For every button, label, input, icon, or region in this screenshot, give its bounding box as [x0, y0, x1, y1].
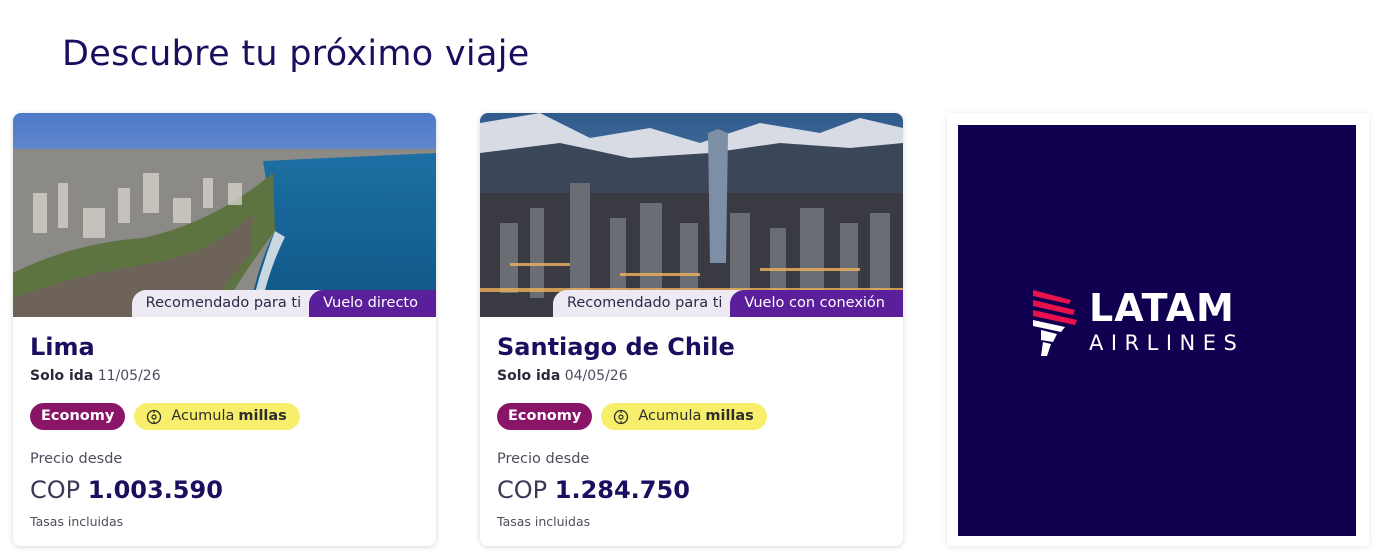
destination-card-santiago[interactable]: Recomendado para ti Vuelo con conexión S… — [480, 113, 903, 546]
flight-type-badge: Vuelo directo — [309, 290, 436, 317]
airlines-wordmark: AIRLINES — [1089, 331, 1245, 355]
currency: COP — [497, 476, 548, 504]
fare-tags: Economy Acumula millas — [30, 403, 300, 430]
cabin-tag: Economy — [30, 403, 126, 430]
miles-coin-icon — [147, 409, 162, 424]
trip-date: 04/05/26 — [564, 368, 628, 384]
recommended-badge: Recomendado para ti — [552, 290, 745, 317]
city-name: Santiago de Chile — [497, 333, 735, 361]
destination-image-santiago: Recomendado para ti Vuelo con conexión — [480, 113, 903, 317]
taxes-note: Tasas incluidas — [497, 514, 591, 529]
fare-tags: Economy Acumula millas — [497, 403, 767, 430]
miles-bold: millas — [705, 408, 754, 424]
page-title: Descubre tu próximo viaje — [62, 34, 530, 74]
trip-date: 11/05/26 — [97, 368, 161, 384]
miles-coin-icon — [614, 409, 629, 424]
flight-type-badge: Vuelo con conexión — [730, 290, 903, 317]
miles-prefix: Acumula — [171, 408, 235, 424]
miles-tag: Acumula millas — [601, 403, 767, 430]
card-body: Lima Solo ida 11/05/26 Economy Acumula m… — [13, 317, 436, 546]
price-amount: 1.284.750 — [554, 476, 690, 504]
price-label: Precio desde — [497, 451, 590, 467]
city-name: Lima — [30, 333, 95, 361]
trip-type: Solo ida — [30, 368, 94, 384]
latam-logo: LATAM AIRLINES — [1031, 286, 1244, 358]
route-pills: Recomendado para ti Vuelo con conexión — [552, 290, 903, 317]
trip-info: Solo ida 11/05/26 — [30, 368, 161, 384]
miles-bold: millas — [238, 408, 287, 424]
latam-logo-icon — [1033, 290, 1077, 356]
route-pills: Recomendado para ti Vuelo directo — [131, 290, 436, 317]
price: COP 1.003.590 — [30, 476, 223, 504]
miles-prefix: Acumula — [638, 408, 702, 424]
trip-info: Solo ida 04/05/26 — [497, 368, 628, 384]
cabin-tag: Economy — [497, 403, 593, 430]
miles-tag: Acumula millas — [134, 403, 300, 430]
destination-image-lima: Recomendado para ti Vuelo directo — [13, 113, 436, 317]
trip-type: Solo ida — [497, 368, 561, 384]
card-body: Santiago de Chile Solo ida 04/05/26 Econ… — [480, 317, 903, 546]
latam-ad-banner: LATAM AIRLINES — [958, 125, 1356, 536]
price-amount: 1.003.590 — [87, 476, 223, 504]
price-label: Precio desde — [30, 451, 123, 467]
recommended-badge: Recomendado para ti — [131, 290, 324, 317]
destination-card-lima[interactable]: Recomendado para ti Vuelo directo Lima S… — [13, 113, 436, 546]
currency: COP — [30, 476, 81, 504]
latam-ad-card[interactable]: LATAM AIRLINES — [947, 113, 1369, 546]
price: COP 1.284.750 — [497, 476, 690, 504]
taxes-note: Tasas incluidas — [30, 514, 124, 529]
latam-wordmark: LATAM — [1089, 286, 1235, 330]
